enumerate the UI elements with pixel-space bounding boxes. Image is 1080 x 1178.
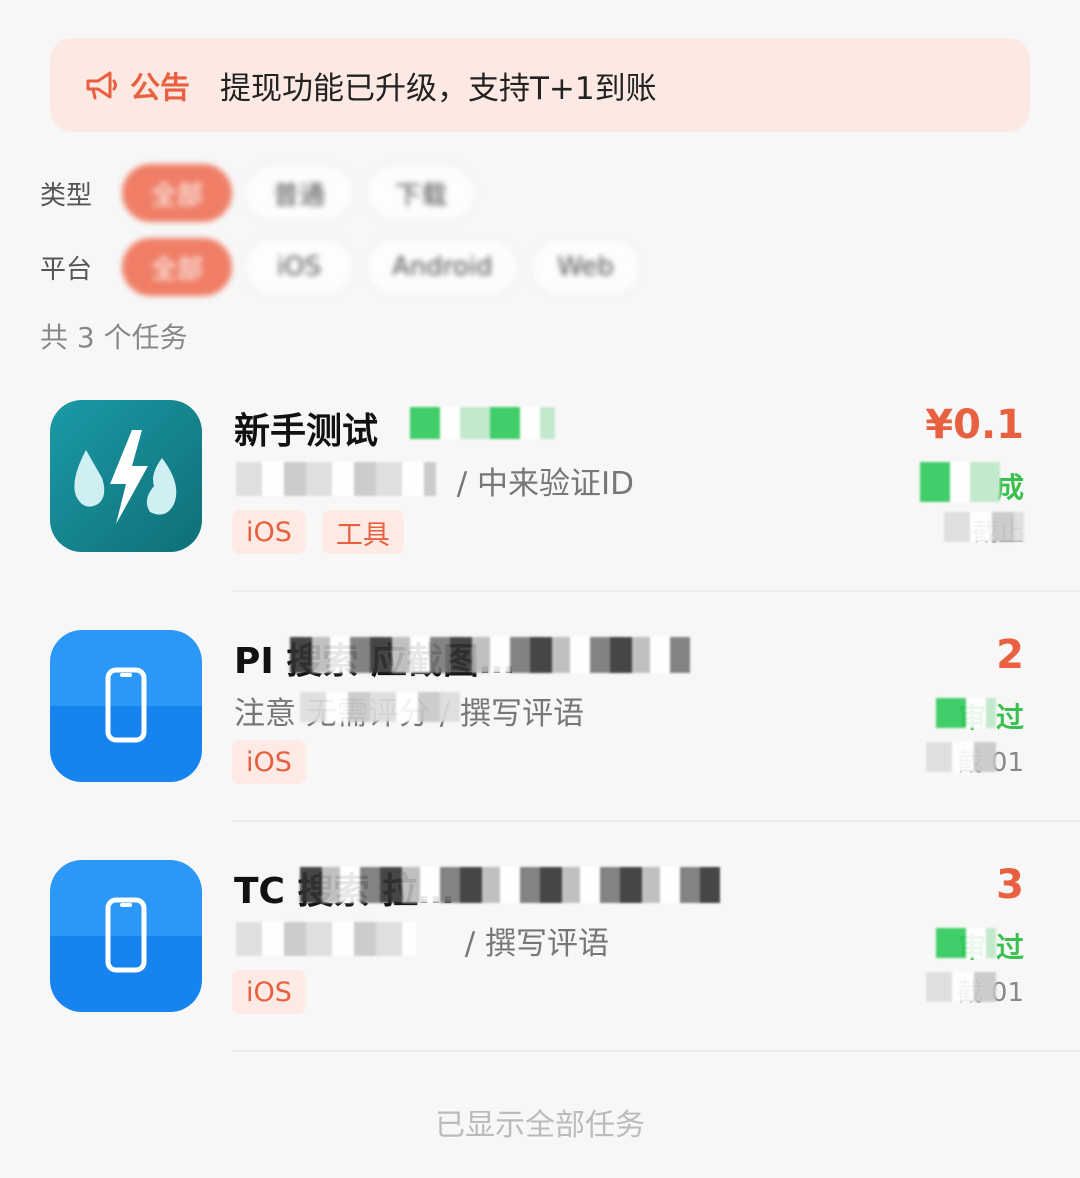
redaction-mosaic <box>300 867 720 903</box>
platform-chip-all[interactable]: 全部 <box>122 238 232 296</box>
task-tags: iOS <box>232 740 322 784</box>
platform-chip-web[interactable]: Web <box>530 238 641 296</box>
platform-tag: iOS <box>232 970 306 1014</box>
platform-tag: iOS <box>232 740 306 784</box>
phone-app-icon <box>50 630 202 782</box>
task-reward: ¥0.1 <box>925 402 1024 448</box>
redaction-mosaic <box>926 742 996 772</box>
type-chip-download[interactable]: 下载 <box>366 164 476 222</box>
redaction-mosaic <box>936 928 996 958</box>
task-item[interactable]: PI 搜索 应截图… 注意 无需评分 / 撰写评语 iOS 2 审 过 截 01 <box>0 592 1080 822</box>
task-status: 成 <box>995 471 1024 504</box>
type-filter-row: 类型 全部 普通 下载 <box>40 164 476 222</box>
redaction-mosaic <box>920 462 1000 502</box>
platform-chip-android[interactable]: Android <box>366 238 519 296</box>
announcement-label: 公告 <box>130 71 190 106</box>
type-chip-all[interactable]: 全部 <box>122 164 232 222</box>
divider <box>232 1050 1080 1052</box>
task-item[interactable]: TC 搜索 拉… / 撰写评语 iOS 3 审 过 截 01 <box>0 822 1080 1052</box>
announcement-text: 提现功能已升级，支持T+1到账 <box>220 70 657 107</box>
redaction-mosaic <box>236 922 416 956</box>
task-reward: 3 <box>996 862 1024 908</box>
task-item[interactable]: 新手测试 / 中来验证ID iOS 工具 ¥0.1 成 截止 <box>0 362 1080 592</box>
platform-chip-ios[interactable]: iOS <box>244 238 354 296</box>
task-count: 共 3 个任务 <box>40 321 188 354</box>
redaction-mosaic <box>300 692 460 722</box>
announcement-banner[interactable]: 公告 提现功能已升级，支持T+1到账 <box>50 38 1030 132</box>
redaction-mosaic <box>926 972 996 1002</box>
platform-tag: iOS <box>232 510 306 554</box>
redaction-mosaic <box>944 512 1024 542</box>
water-lightning-flame-app-icon <box>50 400 202 552</box>
task-tags: iOS <box>232 970 322 1014</box>
category-tag: 工具 <box>321 510 404 554</box>
list-end-text: 已显示全部任务 <box>435 1108 645 1143</box>
task-reward: 2 <box>996 632 1024 678</box>
platform-filter-label: 平台 <box>40 254 93 285</box>
redaction-mosaic <box>290 637 690 673</box>
redaction-mosaic <box>236 462 436 496</box>
redaction-mosaic <box>936 698 996 728</box>
task-tags: iOS 工具 <box>232 510 420 554</box>
megaphone-icon <box>86 71 117 100</box>
platform-filter-row: 平台 全部 iOS Android Web <box>40 238 641 296</box>
phone-app-icon <box>50 860 202 1012</box>
redaction-mosaic <box>410 407 555 439</box>
type-chip-normal[interactable]: 普通 <box>244 164 354 222</box>
type-filter-label: 类型 <box>40 180 93 211</box>
